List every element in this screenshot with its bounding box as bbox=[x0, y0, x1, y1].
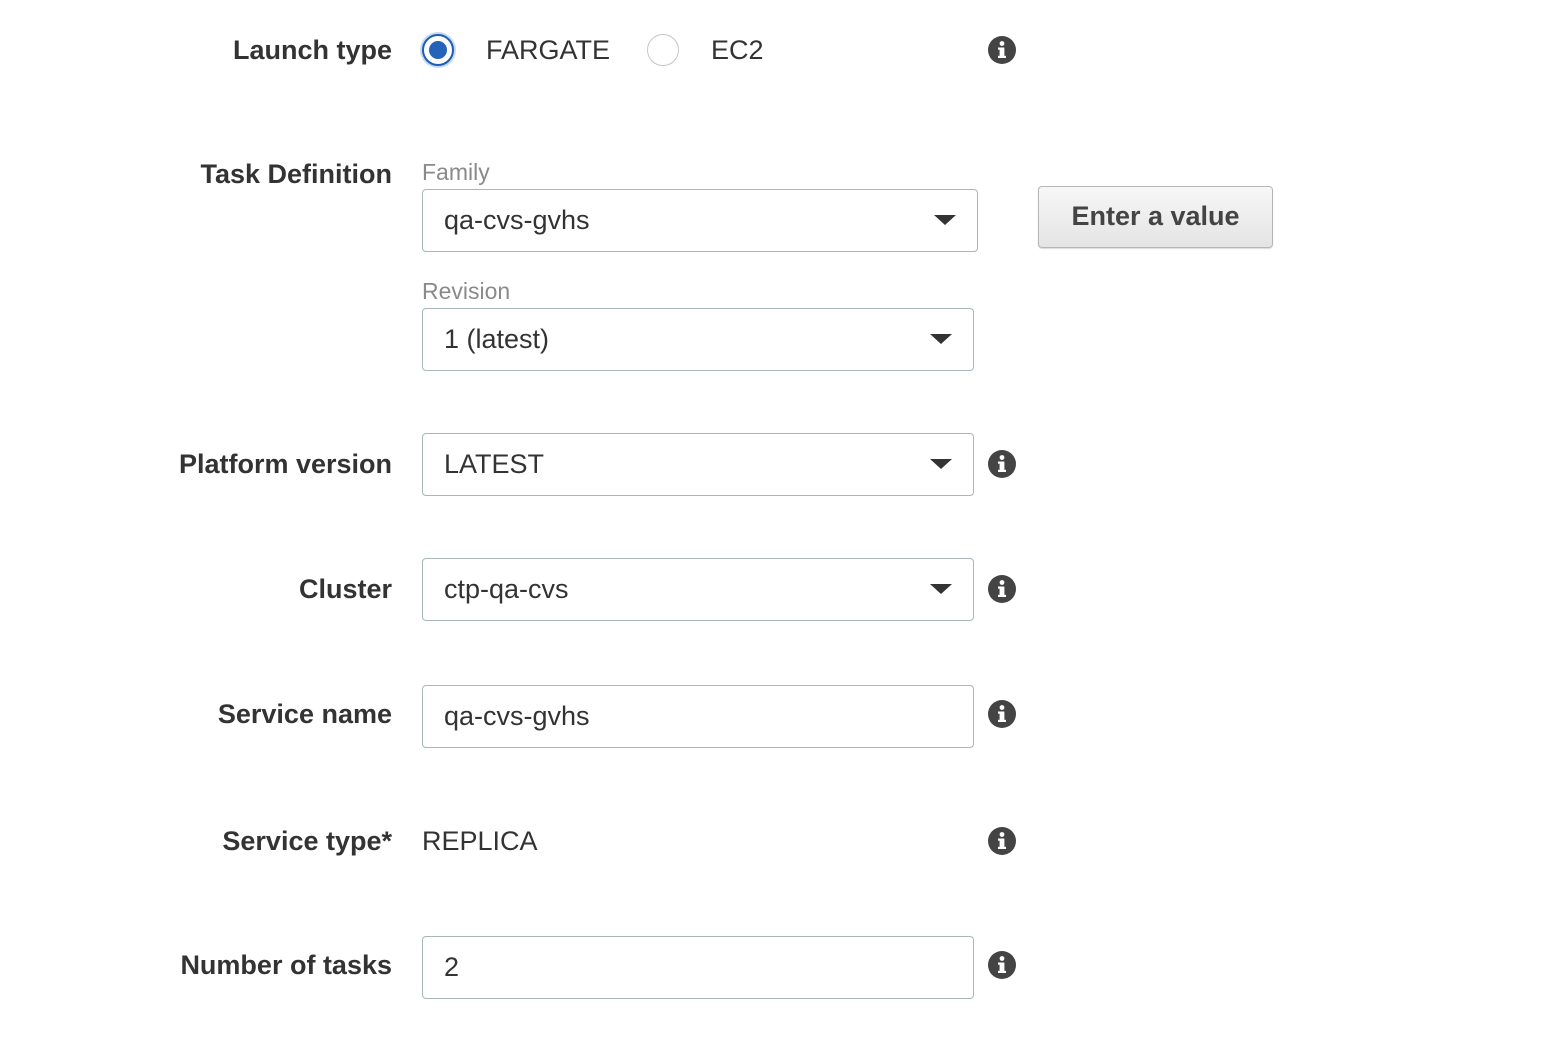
platform-version-label: Platform version bbox=[178, 449, 392, 479]
info-icon[interactable] bbox=[988, 951, 1016, 979]
info-icon[interactable] bbox=[988, 36, 1016, 64]
revision-select[interactable]: 1 (latest) bbox=[422, 308, 974, 371]
task-definition-label: Task Definition bbox=[200, 159, 392, 189]
family-sublabel: Family bbox=[422, 159, 490, 185]
info-icon[interactable] bbox=[988, 827, 1016, 855]
revision-sublabel: Revision bbox=[422, 278, 511, 304]
service-type-label: Service type* bbox=[222, 826, 392, 856]
cluster-select[interactable]: ctp-qa-cvs bbox=[422, 558, 974, 621]
chevron-down-icon bbox=[934, 215, 956, 225]
family-select[interactable]: qa-cvs-gvhs bbox=[422, 189, 978, 252]
cluster-select-value: ctp-qa-cvs bbox=[444, 574, 569, 604]
launch-type-fargate-label[interactable]: FARGATE bbox=[486, 34, 610, 66]
launch-type-label: Launch type bbox=[232, 35, 392, 65]
launch-type-ec2-radio[interactable] bbox=[647, 34, 679, 66]
info-icon[interactable] bbox=[988, 450, 1016, 478]
cluster-label: Cluster bbox=[298, 574, 392, 604]
platform-version-select[interactable]: LATEST bbox=[422, 433, 974, 496]
launch-type-fargate-radio[interactable] bbox=[422, 34, 454, 66]
enter-a-value-button[interactable]: Enter a value bbox=[1038, 186, 1273, 248]
family-select-value: qa-cvs-gvhs bbox=[444, 205, 590, 235]
platform-version-select-value: LATEST bbox=[444, 449, 545, 479]
launch-type-ec2-label[interactable]: EC2 bbox=[711, 34, 764, 66]
chevron-down-icon bbox=[930, 584, 952, 594]
service-type-value: REPLICA bbox=[422, 826, 538, 856]
create-service-form: Launch type FARGATE EC2 Task Definition … bbox=[0, 0, 1547, 1049]
service-name-label: Service name bbox=[217, 699, 392, 729]
service-name-input[interactable]: qa-cvs-gvhs bbox=[422, 685, 974, 748]
info-icon[interactable] bbox=[988, 575, 1016, 603]
number-of-tasks-label: Number of tasks bbox=[180, 950, 392, 980]
chevron-down-icon bbox=[930, 334, 952, 344]
info-icon[interactable] bbox=[988, 700, 1016, 728]
number-of-tasks-input[interactable]: 2 bbox=[422, 936, 974, 999]
chevron-down-icon bbox=[930, 459, 952, 469]
revision-select-value: 1 (latest) bbox=[444, 324, 550, 354]
